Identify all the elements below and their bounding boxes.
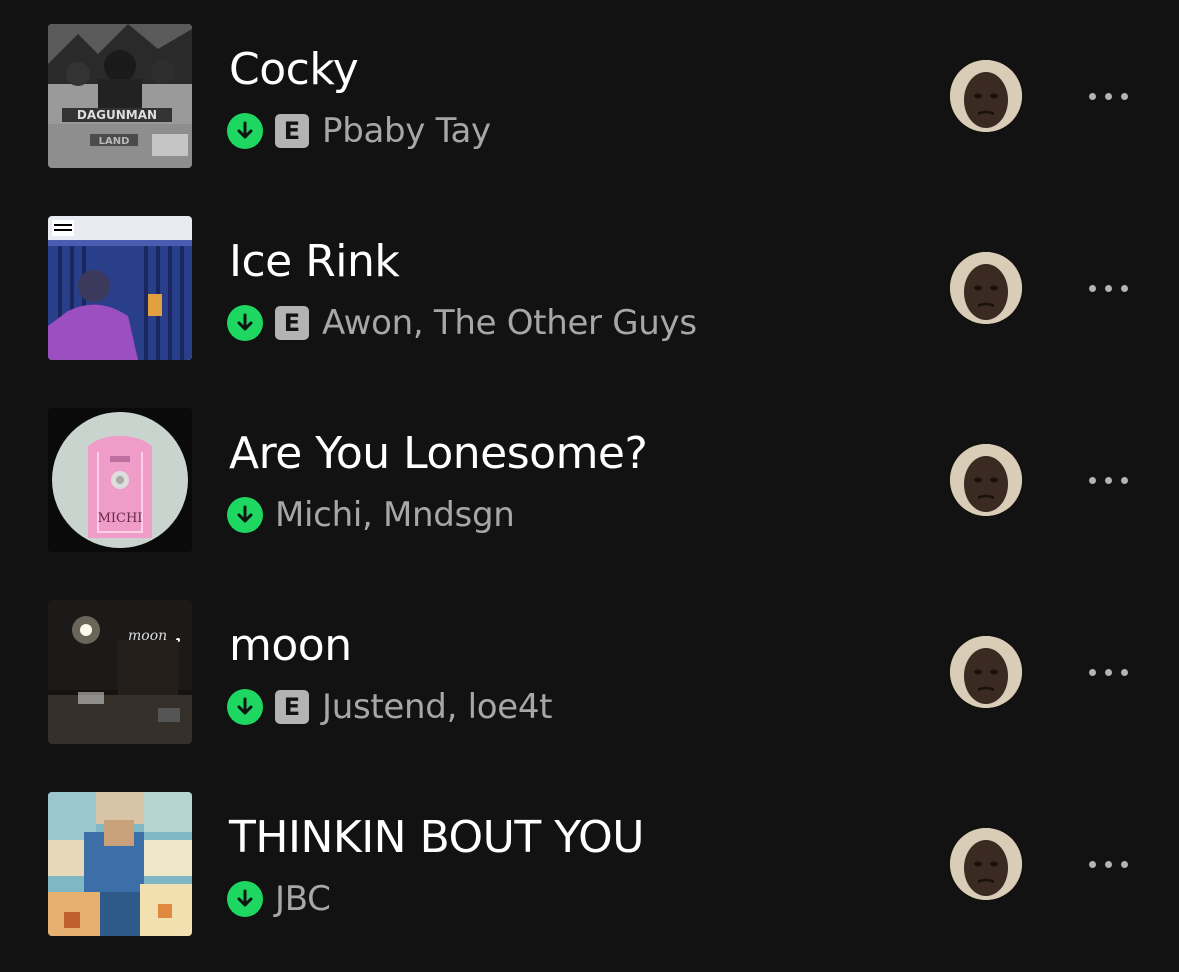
downloaded-icon	[227, 689, 263, 725]
added-by-avatar[interactable]	[950, 636, 1022, 708]
track-title: Are You Lonesome?	[229, 428, 648, 479]
track-title: THINKIN BOUT YOU	[229, 812, 645, 863]
track-meta: Michi, Mndsgn	[227, 491, 515, 539]
explicit-badge: E	[275, 306, 309, 340]
track-row[interactable]: MICHI Are You Lonesome? Michi, Mndsgn	[0, 384, 1179, 576]
track-meta: JBC	[227, 875, 331, 923]
svg-text:DAGUNMAN: DAGUNMAN	[77, 108, 157, 122]
track-list: DAGUNMAN LAND Cocky E Pbaby Tay Ice Rink…	[0, 0, 1179, 972]
more-options-icon[interactable]	[1076, 456, 1140, 504]
downloaded-icon	[227, 881, 263, 917]
track-row[interactable]: moon moon E Justend, loe4t	[0, 576, 1179, 768]
added-by-avatar[interactable]	[950, 828, 1022, 900]
album-art: DAGUNMAN LAND	[48, 24, 192, 168]
track-row[interactable]: THINKIN BOUT YOU JBC	[0, 768, 1179, 960]
album-art	[48, 792, 192, 936]
more-options-icon[interactable]	[1076, 264, 1140, 312]
track-title: moon	[229, 620, 352, 671]
svg-text:moon: moon	[128, 628, 167, 644]
more-options-icon[interactable]	[1076, 840, 1140, 888]
added-by-avatar[interactable]	[950, 252, 1022, 324]
more-options-icon[interactable]	[1076, 72, 1140, 120]
album-art: MICHI	[48, 408, 192, 552]
explicit-badge: E	[275, 114, 309, 148]
added-by-avatar[interactable]	[950, 444, 1022, 516]
explicit-badge: E	[275, 690, 309, 724]
track-meta: E Awon, The Other Guys	[227, 299, 697, 347]
more-options-icon[interactable]	[1076, 648, 1140, 696]
track-artists: JBC	[275, 879, 331, 919]
track-meta: E Justend, loe4t	[227, 683, 553, 731]
track-meta: E Pbaby Tay	[227, 107, 491, 155]
track-artists: Pbaby Tay	[322, 111, 491, 151]
svg-text:MICHI: MICHI	[98, 511, 143, 526]
downloaded-icon	[227, 113, 263, 149]
track-row[interactable]: Ice Rink E Awon, The Other Guys	[0, 192, 1179, 384]
track-row[interactable]: DAGUNMAN LAND Cocky E Pbaby Tay	[0, 0, 1179, 192]
downloaded-icon	[227, 497, 263, 533]
track-artists: Justend, loe4t	[322, 687, 553, 727]
album-art: moon	[48, 600, 192, 744]
track-title: Cocky	[229, 44, 359, 95]
track-artists: Awon, The Other Guys	[322, 303, 697, 343]
track-artists: Michi, Mndsgn	[275, 495, 515, 535]
track-title: Ice Rink	[229, 236, 400, 287]
downloaded-icon	[227, 305, 263, 341]
album-art	[48, 216, 192, 360]
added-by-avatar[interactable]	[950, 60, 1022, 132]
